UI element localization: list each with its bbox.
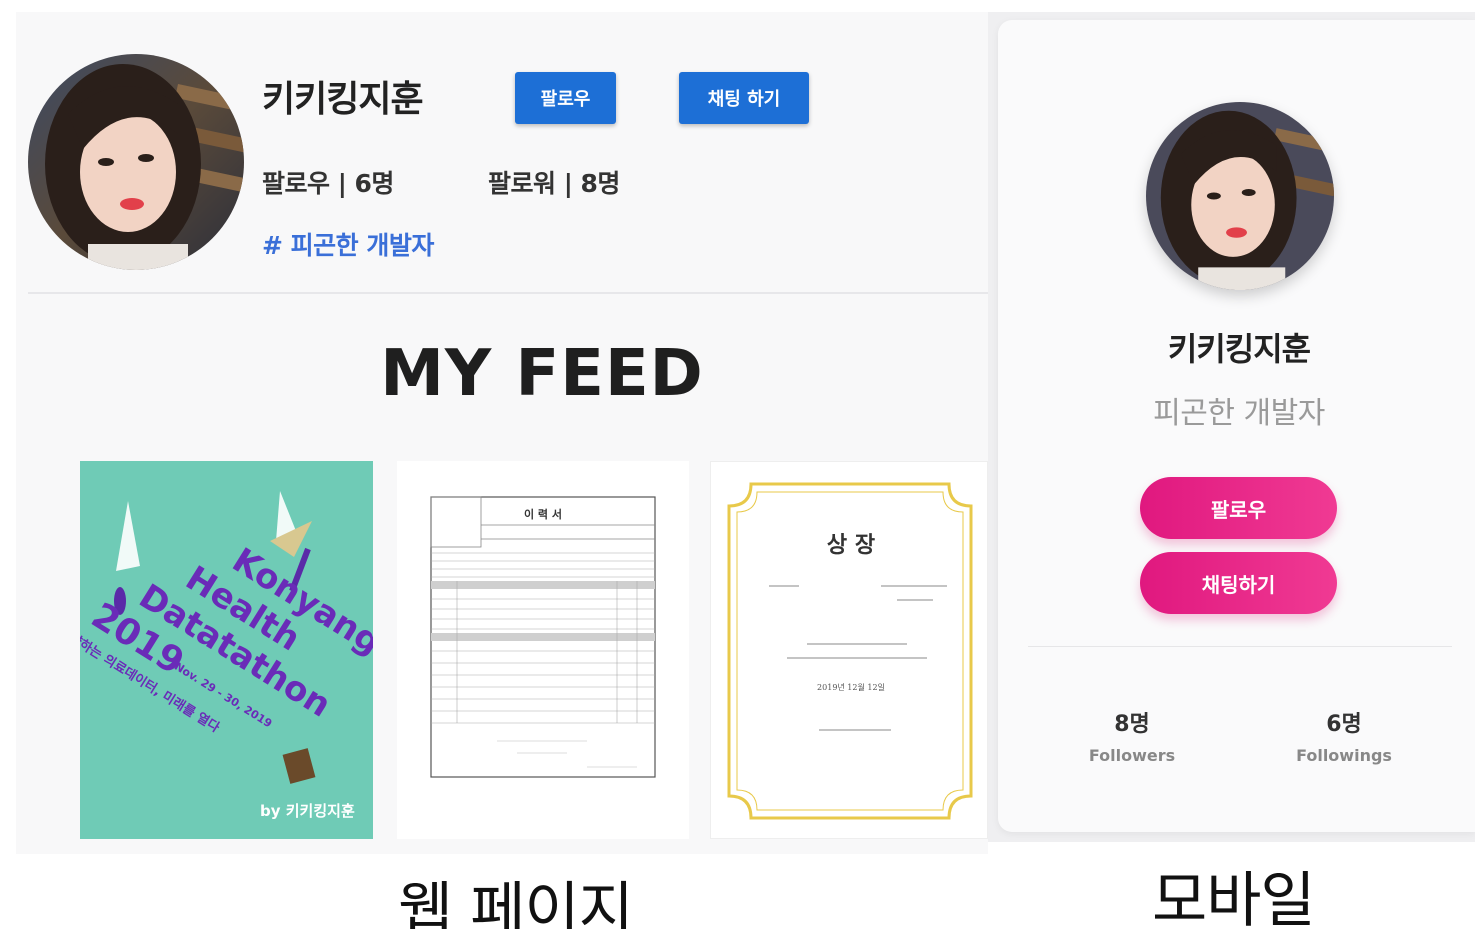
- feed-post-certificate[interactable]: 상 장 2019년 12월 12일: [710, 461, 988, 839]
- profile-header: 키키킹지훈 팔로우 채팅 하기 팔로우 | 6명 팔로워 | 8명 # 피곤한 …: [16, 12, 988, 294]
- profile-tag[interactable]: # 피곤한 개발자: [262, 226, 434, 262]
- avatar-photo: [1146, 102, 1334, 290]
- feed-post-resume[interactable]: 이 력 서: [397, 461, 689, 839]
- resume-image: 이 력 서: [397, 461, 689, 839]
- mobile-avatar[interactable]: [1146, 102, 1334, 290]
- avatar-photo: [28, 54, 244, 270]
- followers-label: Followers: [1088, 746, 1176, 765]
- header-divider: [28, 292, 988, 294]
- web-page-screenshot: 키키킹지훈 팔로우 채팅 하기 팔로우 | 6명 팔로워 | 8명 # 피곤한 …: [16, 12, 988, 854]
- poster-byline: by 키키킹지훈: [260, 802, 355, 820]
- followings-label: Followings: [1296, 746, 1392, 765]
- mobile-caption: 모바일: [1152, 866, 1316, 929]
- resume-title: 이 력 서: [524, 507, 562, 521]
- follow-button[interactable]: 팔로우: [515, 72, 616, 124]
- certificate-date: 2019년 12월 12일: [817, 682, 885, 692]
- mobile-divider: [1028, 646, 1452, 647]
- followers-count: 8명: [1114, 712, 1150, 737]
- feed-title: MY FEED: [380, 337, 704, 411]
- certificate-image: 상 장 2019년 12월 12일: [711, 462, 987, 838]
- chat-button[interactable]: 채팅 하기: [679, 72, 809, 124]
- mobile-chat-button[interactable]: 채팅하기: [1140, 552, 1337, 614]
- followings-count: 6명: [1326, 712, 1362, 737]
- mobile-followers-stat[interactable]: 8명 Followers: [1052, 706, 1212, 765]
- poster-image: Konyang Health Datatathon 2019 Nov. 29 -…: [80, 461, 373, 839]
- profile-name: 키키킹지훈: [262, 79, 424, 120]
- web-caption: 웹 페이지: [398, 876, 634, 929]
- following-count[interactable]: 팔로우 | 6명: [262, 164, 394, 200]
- mobile-followings-stat[interactable]: 6명 Followings: [1264, 706, 1424, 765]
- follower-count[interactable]: 팔로워 | 8명: [488, 164, 620, 200]
- mobile-profile-card: 키키킹지훈 피곤한 개발자 팔로우 채팅하기 8명 Followers 6명 F…: [998, 20, 1475, 832]
- mobile-profile-bio: 피곤한 개발자: [1153, 396, 1325, 431]
- certificate-title: 상 장: [827, 532, 875, 558]
- feed-post-poster[interactable]: Konyang Health Datatathon 2019 Nov. 29 -…: [80, 461, 373, 839]
- mobile-profile-name: 키키킹지훈: [1167, 330, 1311, 368]
- mobile-follow-button[interactable]: 팔로우: [1140, 477, 1337, 539]
- profile-avatar[interactable]: [28, 54, 244, 270]
